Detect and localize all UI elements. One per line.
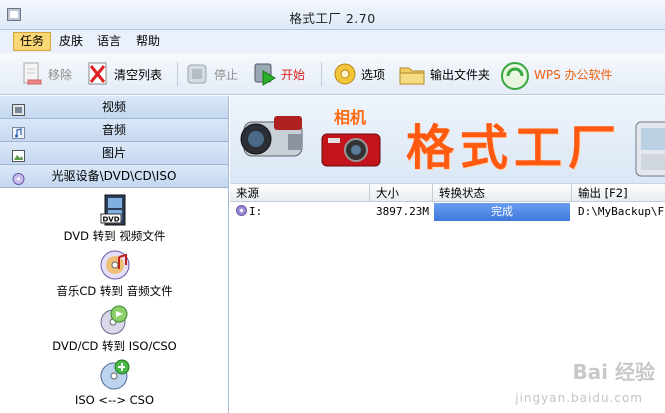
iso-cso-icon	[99, 359, 131, 391]
remove-icon	[20, 61, 44, 87]
category-picture[interactable]: 图片	[0, 142, 228, 165]
menu-bar: 任务 皮肤 语言 帮助	[0, 30, 665, 53]
folder-icon	[398, 61, 426, 87]
options-button[interactable]: 选项	[333, 58, 385, 90]
stop-icon	[186, 61, 210, 87]
picture-icon	[12, 147, 25, 162]
row-output-path: D:\MyBackup\FF0	[578, 205, 665, 218]
svg-text:DVD: DVD	[102, 216, 119, 224]
category-optical-disc[interactable]: 光驱设备\DVD\CD\ISO	[0, 165, 228, 188]
row-size: 3897.23M	[376, 205, 429, 218]
table-header: 来源 大小 转换状态 输出 [F2]	[230, 184, 665, 202]
menu-task[interactable]: 任务	[13, 32, 52, 51]
toolbar-divider	[177, 62, 178, 86]
column-status[interactable]: 转换状态	[433, 184, 572, 202]
column-size[interactable]: 大小	[370, 184, 433, 202]
gear-icon	[333, 61, 357, 87]
category-audio[interactable]: 音频	[0, 119, 228, 142]
music-cd-icon	[99, 249, 131, 281]
banner: 相机 格式工厂	[230, 96, 665, 184]
brand-title: 格式工厂	[406, 120, 623, 176]
video-icon	[12, 101, 25, 116]
category-video[interactable]: 视频	[0, 96, 228, 119]
tool-dvd-to-video[interactable]: DVD DVD 转到 视频文件	[0, 194, 229, 244]
disc-to-iso-icon	[99, 304, 131, 336]
toolbar-divider	[321, 62, 322, 86]
title-bar: 格式工厂 2.70	[0, 0, 665, 30]
disc-icon	[12, 170, 25, 185]
camcorder-icon	[234, 104, 314, 177]
column-output[interactable]: 输出 [F2]	[572, 184, 665, 202]
tool-list: DVD DVD 转到 视频文件 音乐CD 转到 音频文件 DVD/CD 转到 I…	[0, 188, 228, 413]
camera-label: 相机	[334, 108, 367, 127]
remove-button[interactable]: 移除	[20, 58, 72, 90]
column-source[interactable]: 来源	[230, 184, 370, 202]
toolbar: 移除 清空列表 停止 开始 选项 输出文件夹 WPS 办公软件	[0, 53, 665, 95]
dvd-film-icon: DVD	[99, 194, 131, 226]
wps-icon	[500, 61, 530, 90]
start-button[interactable]: 开始	[253, 58, 305, 90]
tool-music-cd-to-audio[interactable]: 音乐CD 转到 音频文件	[0, 249, 229, 299]
sidebar: 视频 音频 图片 光驱设备\DVD\CD\ISO DVD DVD 转到 视频文件	[0, 96, 229, 413]
status-badge: 完成	[434, 203, 570, 221]
clear-list-icon	[86, 61, 110, 87]
menu-skin[interactable]: 皮肤	[53, 32, 89, 51]
menu-language[interactable]: 语言	[91, 32, 127, 51]
disc-icon	[236, 205, 247, 216]
stop-button[interactable]: 停止	[186, 58, 238, 90]
window-title: 格式工厂 2.70	[289, 11, 376, 26]
music-note-icon	[12, 124, 25, 139]
baidu-watermark: Bai 经验	[572, 360, 655, 384]
wps-office-button[interactable]: WPS 办公软件	[500, 58, 613, 90]
phone-icon	[634, 120, 665, 181]
watermark-url: jingyan.baidu.com	[515, 391, 643, 405]
table-row[interactable]: I: 3897.23M 完成 D:\MyBackup\FF0	[230, 203, 665, 221]
digital-camera-icon	[320, 130, 382, 173]
tool-dvd-cd-to-iso[interactable]: DVD/CD 转到 ISO/CSO	[0, 304, 229, 354]
menu-help[interactable]: 帮助	[130, 32, 166, 51]
clear-list-button[interactable]: 清空列表	[86, 58, 162, 90]
row-source: I:	[236, 203, 366, 221]
output-folder-button[interactable]: 输出文件夹	[398, 58, 490, 90]
start-icon	[253, 61, 277, 87]
tool-iso-cso[interactable]: ISO <--> CSO	[0, 359, 229, 407]
